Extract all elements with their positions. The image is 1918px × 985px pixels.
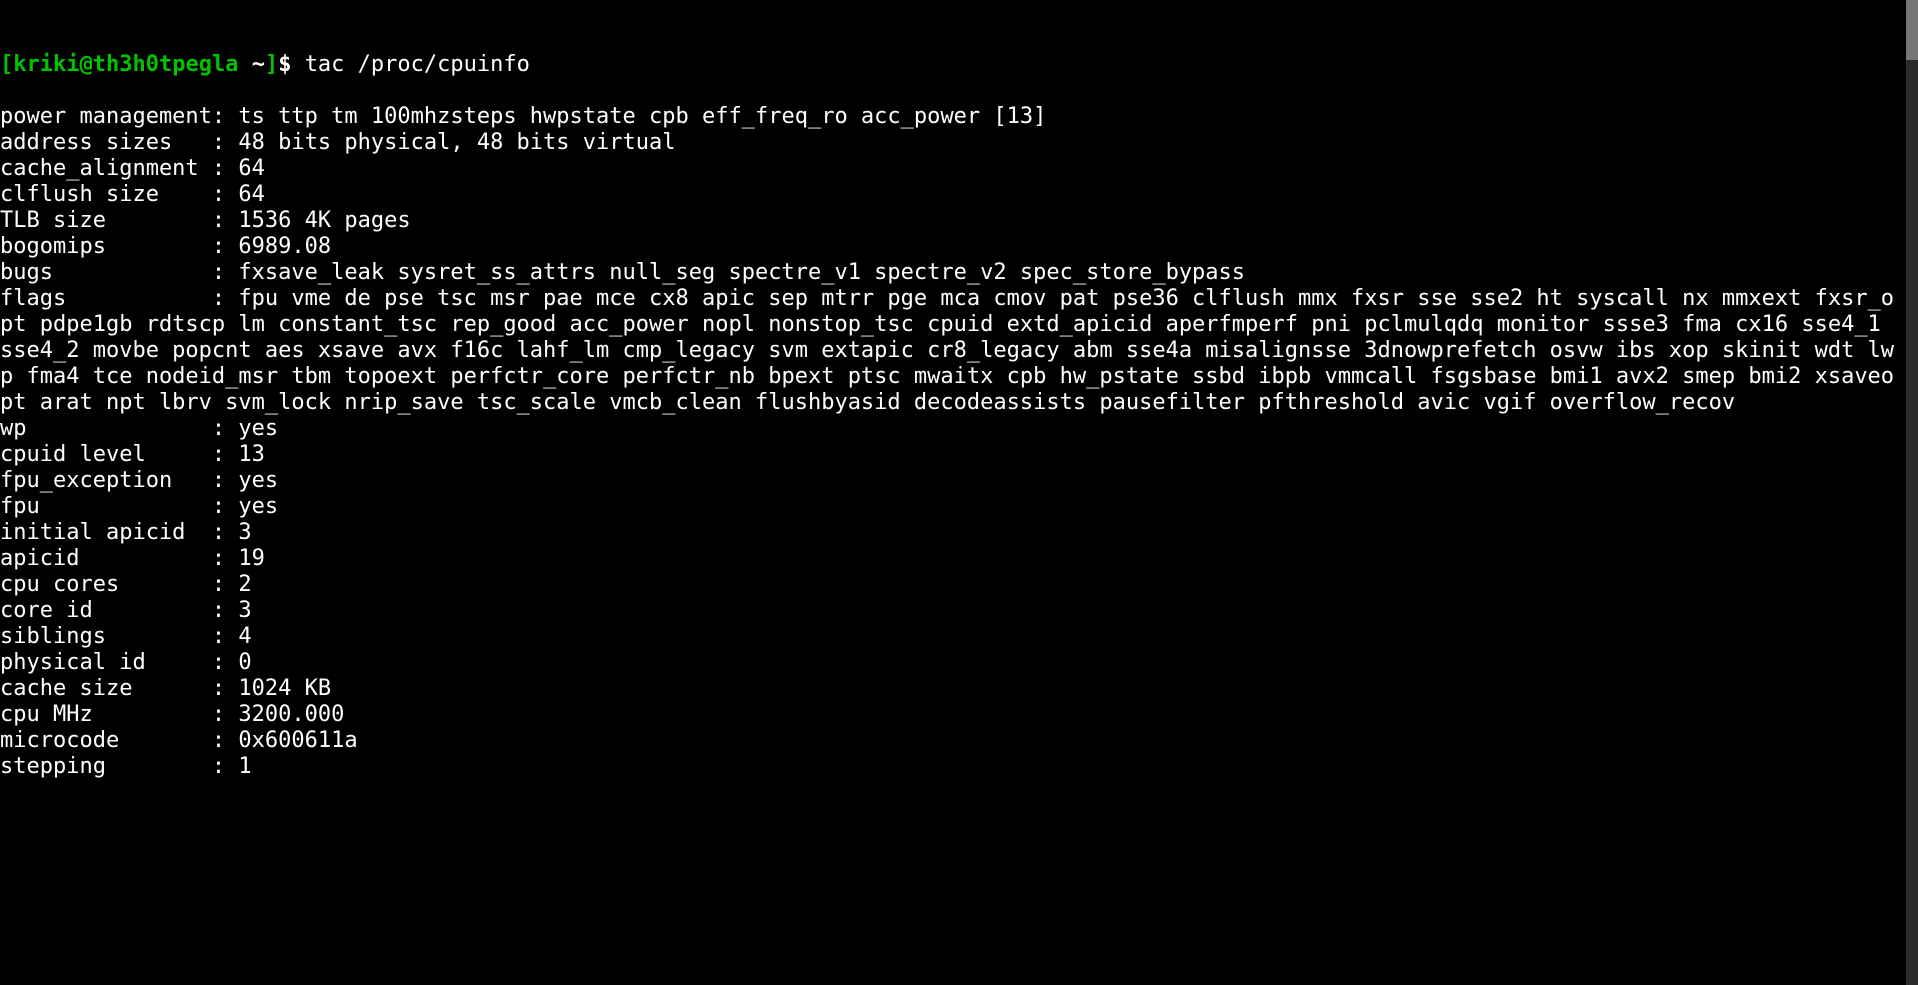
output-line: TLB size : 1536 4K pages [0, 208, 411, 233]
output-line: microcode : 0x600611a [0, 728, 358, 753]
terminal[interactable]: [kriki@th3h0tpegla ~]$ tac /proc/cpuinfo… [0, 0, 1918, 985]
output-line: address sizes : 48 bits physical, 48 bit… [0, 130, 676, 155]
prompt-host: th3h0tpegla [93, 52, 239, 77]
output-line: wp : yes [0, 416, 278, 441]
prompt-path: ~ [252, 52, 265, 77]
output-line: core id : 3 [0, 598, 252, 623]
scrollbar-track[interactable] [1906, 0, 1918, 985]
output-line: cpu MHz : 3200.000 [0, 702, 344, 727]
prompt-close-bracket: ] [265, 52, 278, 77]
terminal-content: [kriki@th3h0tpegla ~]$ tac /proc/cpuinfo… [0, 52, 1918, 780]
prompt-space1 [238, 52, 251, 77]
output-line: power management: ts ttp tm 100mhzsteps … [0, 104, 1046, 129]
prompt-dollar: $ [278, 52, 291, 77]
output-line: apicid : 19 [0, 546, 265, 571]
output-line: fpu_exception : yes [0, 468, 278, 493]
output-line: fpu : yes [0, 494, 278, 519]
output-line: physical id : 0 [0, 650, 252, 675]
prompt-user: kriki [13, 52, 79, 77]
prompt-space2 [291, 52, 304, 77]
output-line: cpu cores : 2 [0, 572, 252, 597]
command-text: tac /proc/cpuinfo [305, 52, 530, 77]
output-line: clflush size : 64 [0, 182, 265, 207]
output-line: bugs : fxsave_leak sysret_ss_attrs null_… [0, 260, 1245, 285]
output-line: cpuid level : 13 [0, 442, 265, 467]
output-line: cache_alignment : 64 [0, 156, 265, 181]
output-line: bogomips : 6989.08 [0, 234, 331, 259]
prompt-open-bracket: [ [0, 52, 13, 77]
output-line: cache size : 1024 KB [0, 676, 331, 701]
prompt-at: @ [79, 52, 92, 77]
output-line: initial apicid : 3 [0, 520, 252, 545]
scrollbar-thumb[interactable] [1906, 0, 1918, 60]
output-line: stepping : 1 [0, 754, 252, 779]
output-line: siblings : 4 [0, 624, 252, 649]
output-line: flags : fpu vme de pse tsc msr pae mce c… [0, 286, 1894, 415]
